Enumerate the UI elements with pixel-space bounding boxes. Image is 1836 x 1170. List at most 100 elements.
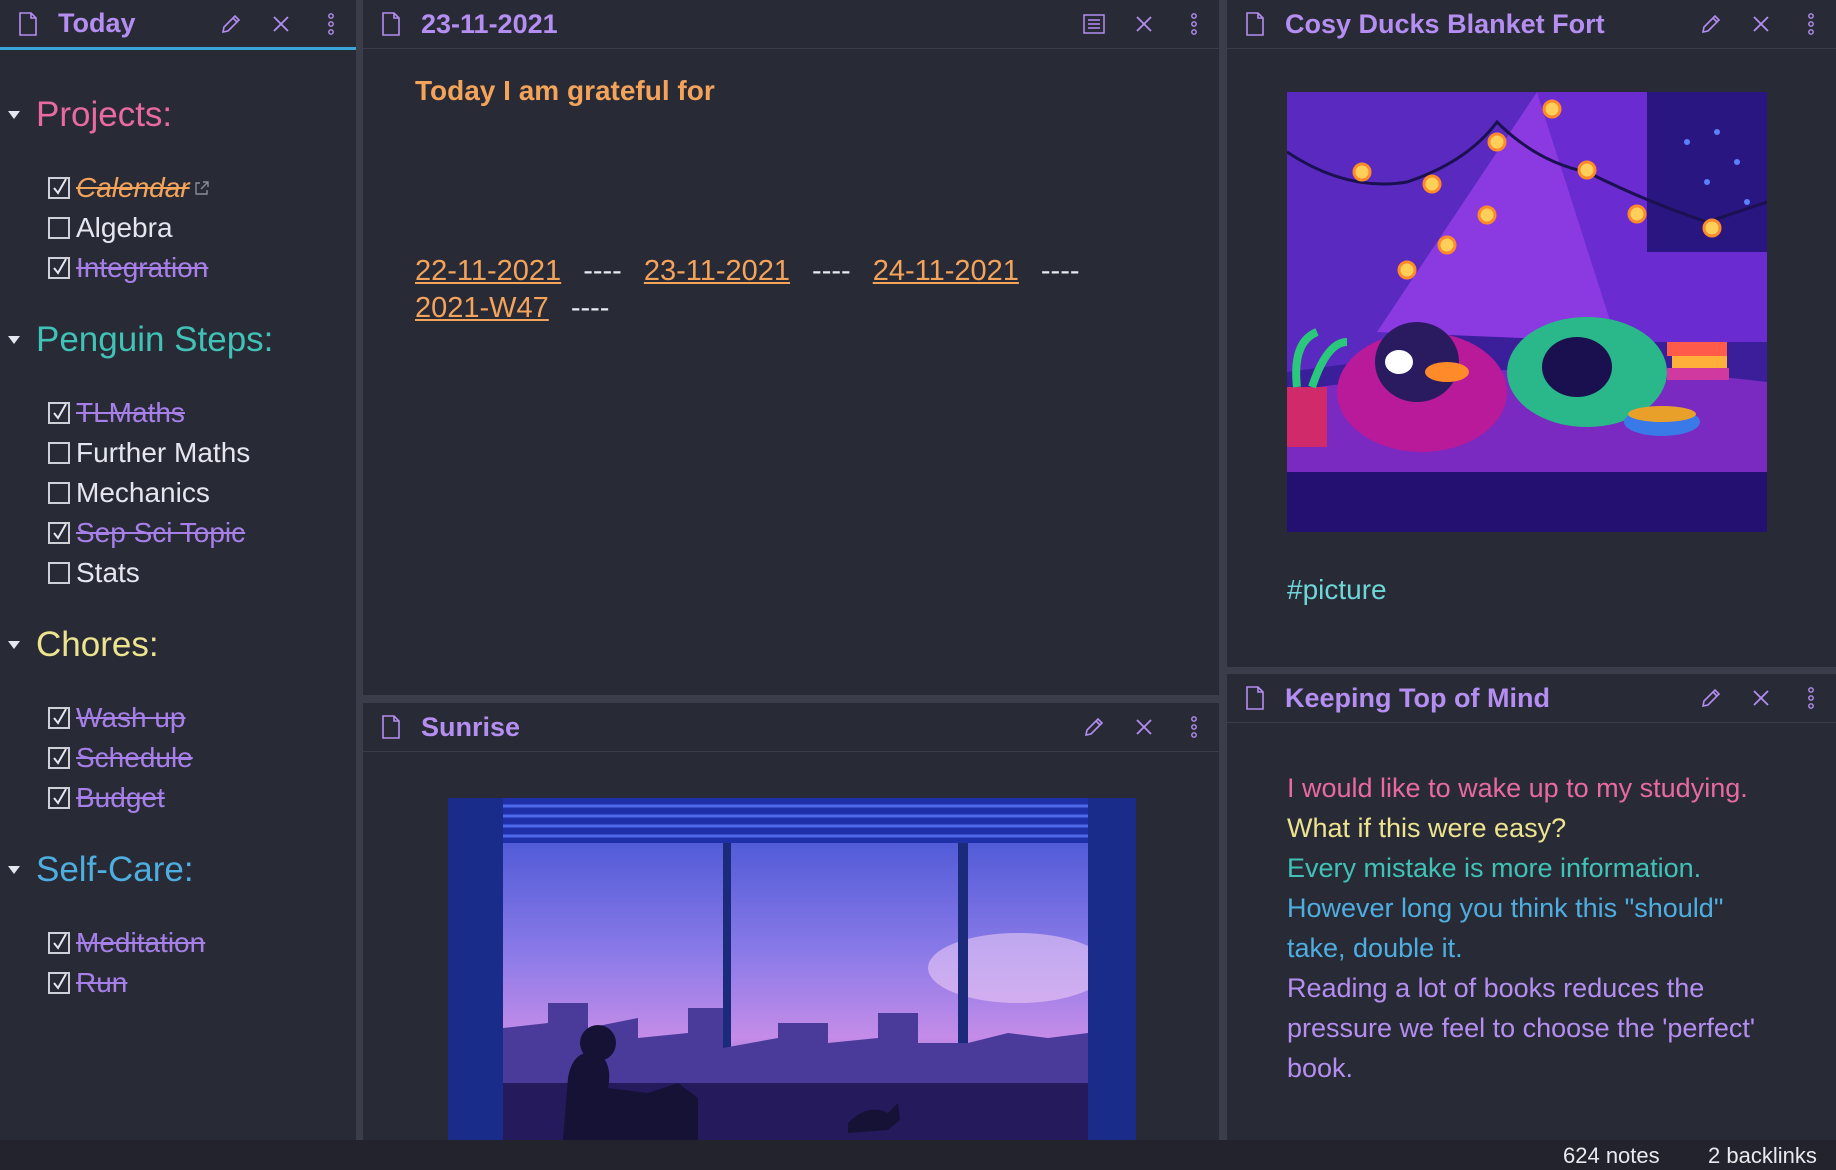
task-item: Meditation bbox=[48, 927, 205, 959]
checkbox-checked[interactable] bbox=[48, 932, 70, 954]
close-button[interactable] bbox=[1119, 703, 1169, 751]
checkbox-checked[interactable] bbox=[48, 177, 70, 199]
reading-view-button[interactable] bbox=[1069, 0, 1119, 48]
pane-resize-handle[interactable] bbox=[356, 0, 363, 1140]
more-vertical-icon bbox=[1808, 687, 1814, 709]
pane-resize-handle[interactable] bbox=[1227, 667, 1836, 674]
task-item: Sep Sci Topic bbox=[48, 517, 245, 549]
today-pane-header: Today bbox=[0, 0, 356, 50]
more-options-button[interactable] bbox=[1786, 0, 1836, 48]
task-label: Schedule bbox=[76, 742, 193, 773]
task-label: Algebra bbox=[76, 212, 173, 243]
edit-button[interactable] bbox=[206, 0, 256, 48]
task-item: Run bbox=[48, 967, 127, 999]
more-options-button[interactable] bbox=[306, 0, 356, 48]
task-item: Mechanics bbox=[48, 477, 210, 509]
checkmark-icon bbox=[53, 178, 67, 195]
link-current-day[interactable]: 23-11-2021 bbox=[644, 255, 790, 287]
pane-title: Today bbox=[58, 8, 136, 38]
picture-tag[interactable]: #picture bbox=[1287, 574, 1387, 606]
checkbox-unchecked[interactable] bbox=[48, 442, 70, 464]
checkmark-icon bbox=[53, 523, 67, 540]
mind-pane-header: Keeping Top of Mind bbox=[1227, 674, 1836, 723]
task-item: Algebra bbox=[48, 212, 173, 244]
checkmark-icon bbox=[53, 708, 67, 725]
collapse-caret-icon bbox=[8, 111, 20, 119]
backlinks-count[interactable]: 2 backlinks bbox=[1708, 1143, 1817, 1169]
task-item: Further Maths bbox=[48, 437, 250, 469]
checkbox-checked[interactable] bbox=[48, 402, 70, 424]
close-icon bbox=[273, 15, 289, 32]
today-pane: Today Projects: Calendar Algebra Integra… bbox=[0, 0, 356, 1140]
separator: ---- bbox=[812, 255, 851, 287]
link-week[interactable]: 2021-W47 bbox=[415, 292, 549, 324]
checkmark-icon bbox=[53, 788, 67, 805]
task-item: Schedule bbox=[48, 742, 193, 774]
checkbox-unchecked[interactable] bbox=[48, 482, 70, 504]
checkbox-checked[interactable] bbox=[48, 257, 70, 279]
task-label: Budget bbox=[76, 782, 165, 813]
checkmark-icon bbox=[53, 933, 67, 950]
checkbox-checked[interactable] bbox=[48, 972, 70, 994]
daily-pane-header: 23-11-2021 bbox=[363, 0, 1219, 49]
close-button[interactable] bbox=[1736, 674, 1786, 722]
sunrise-pane-header: Sunrise bbox=[363, 703, 1219, 752]
document-icon bbox=[19, 11, 37, 36]
section-title: Penguin Steps: bbox=[36, 320, 274, 359]
cosy-pane-header: Cosy Ducks Blanket Fort bbox=[1227, 0, 1836, 49]
edit-button[interactable] bbox=[1069, 703, 1119, 751]
task-label: TLMaths bbox=[76, 397, 185, 428]
date-nav-line: 22-11-2021 ---- 23-11-2021 ---- 24-11-2021 --… bbox=[415, 255, 1102, 288]
more-vertical-icon bbox=[1808, 13, 1814, 35]
pencil-icon bbox=[1701, 14, 1721, 34]
task-item: Calendar bbox=[48, 172, 210, 204]
checkbox-checked[interactable] bbox=[48, 787, 70, 809]
notes-count: 624 notes bbox=[1563, 1143, 1660, 1168]
section-heading-chores[interactable]: Chores: bbox=[0, 625, 159, 665]
checkbox-checked[interactable] bbox=[48, 707, 70, 729]
pane-resize-handle[interactable] bbox=[363, 695, 1219, 703]
cosy-ducks-pane: Cosy Ducks Blanket Fort #picture bbox=[1227, 0, 1836, 667]
checkbox-checked[interactable] bbox=[48, 747, 70, 769]
pane-title: Sunrise bbox=[421, 711, 521, 742]
task-label: Integration bbox=[76, 252, 209, 283]
edit-button[interactable] bbox=[1686, 674, 1736, 722]
edit-button[interactable] bbox=[1686, 0, 1736, 48]
separator: ---- bbox=[583, 255, 622, 287]
section-heading-self-care[interactable]: Self-Care: bbox=[0, 850, 194, 890]
document-icon bbox=[382, 12, 400, 36]
more-options-button[interactable] bbox=[1169, 703, 1219, 751]
grateful-heading: Today I am grateful for bbox=[415, 75, 715, 106]
pencil-icon bbox=[221, 14, 241, 33]
blanket-fort-image bbox=[1287, 92, 1767, 532]
link-next-day[interactable]: 24-11-2021 bbox=[873, 255, 1019, 287]
pane-resize-handle[interactable] bbox=[1219, 0, 1227, 1140]
close-icon bbox=[1753, 16, 1769, 32]
section-heading-penguin-steps[interactable]: Penguin Steps: bbox=[0, 320, 273, 360]
checkbox-unchecked[interactable] bbox=[48, 217, 70, 239]
close-icon bbox=[1753, 690, 1769, 706]
checkbox-unchecked[interactable] bbox=[48, 562, 70, 584]
close-button[interactable] bbox=[1119, 0, 1169, 48]
task-label-link[interactable]: Calendar bbox=[76, 172, 190, 204]
more-options-button[interactable] bbox=[1786, 674, 1836, 722]
status-bar: 624 notes 2 backlinks bbox=[0, 1140, 1836, 1170]
reminder-list: I would like to wake up to my studying. … bbox=[1287, 768, 1787, 1088]
pane-title: 23-11-2021 bbox=[421, 8, 558, 39]
separator: ---- bbox=[1040, 255, 1080, 287]
checkbox-checked[interactable] bbox=[48, 522, 70, 544]
pencil-icon bbox=[1084, 717, 1104, 737]
checkmark-icon bbox=[53, 748, 67, 765]
document-icon bbox=[382, 715, 400, 739]
section-heading-projects[interactable]: Projects: bbox=[0, 95, 172, 135]
task-item: TLMaths bbox=[48, 397, 185, 429]
close-button[interactable] bbox=[1736, 0, 1786, 48]
link-previous-day[interactable]: 22-11-2021 bbox=[415, 255, 561, 287]
external-link-icon bbox=[194, 181, 209, 195]
more-vertical-icon bbox=[1191, 716, 1197, 738]
more-options-button[interactable] bbox=[1169, 0, 1219, 48]
pane-title: Keeping Top of Mind bbox=[1285, 682, 1550, 713]
task-label: Stats bbox=[76, 557, 140, 588]
close-button[interactable] bbox=[256, 0, 306, 48]
task-label: Mechanics bbox=[76, 477, 210, 508]
